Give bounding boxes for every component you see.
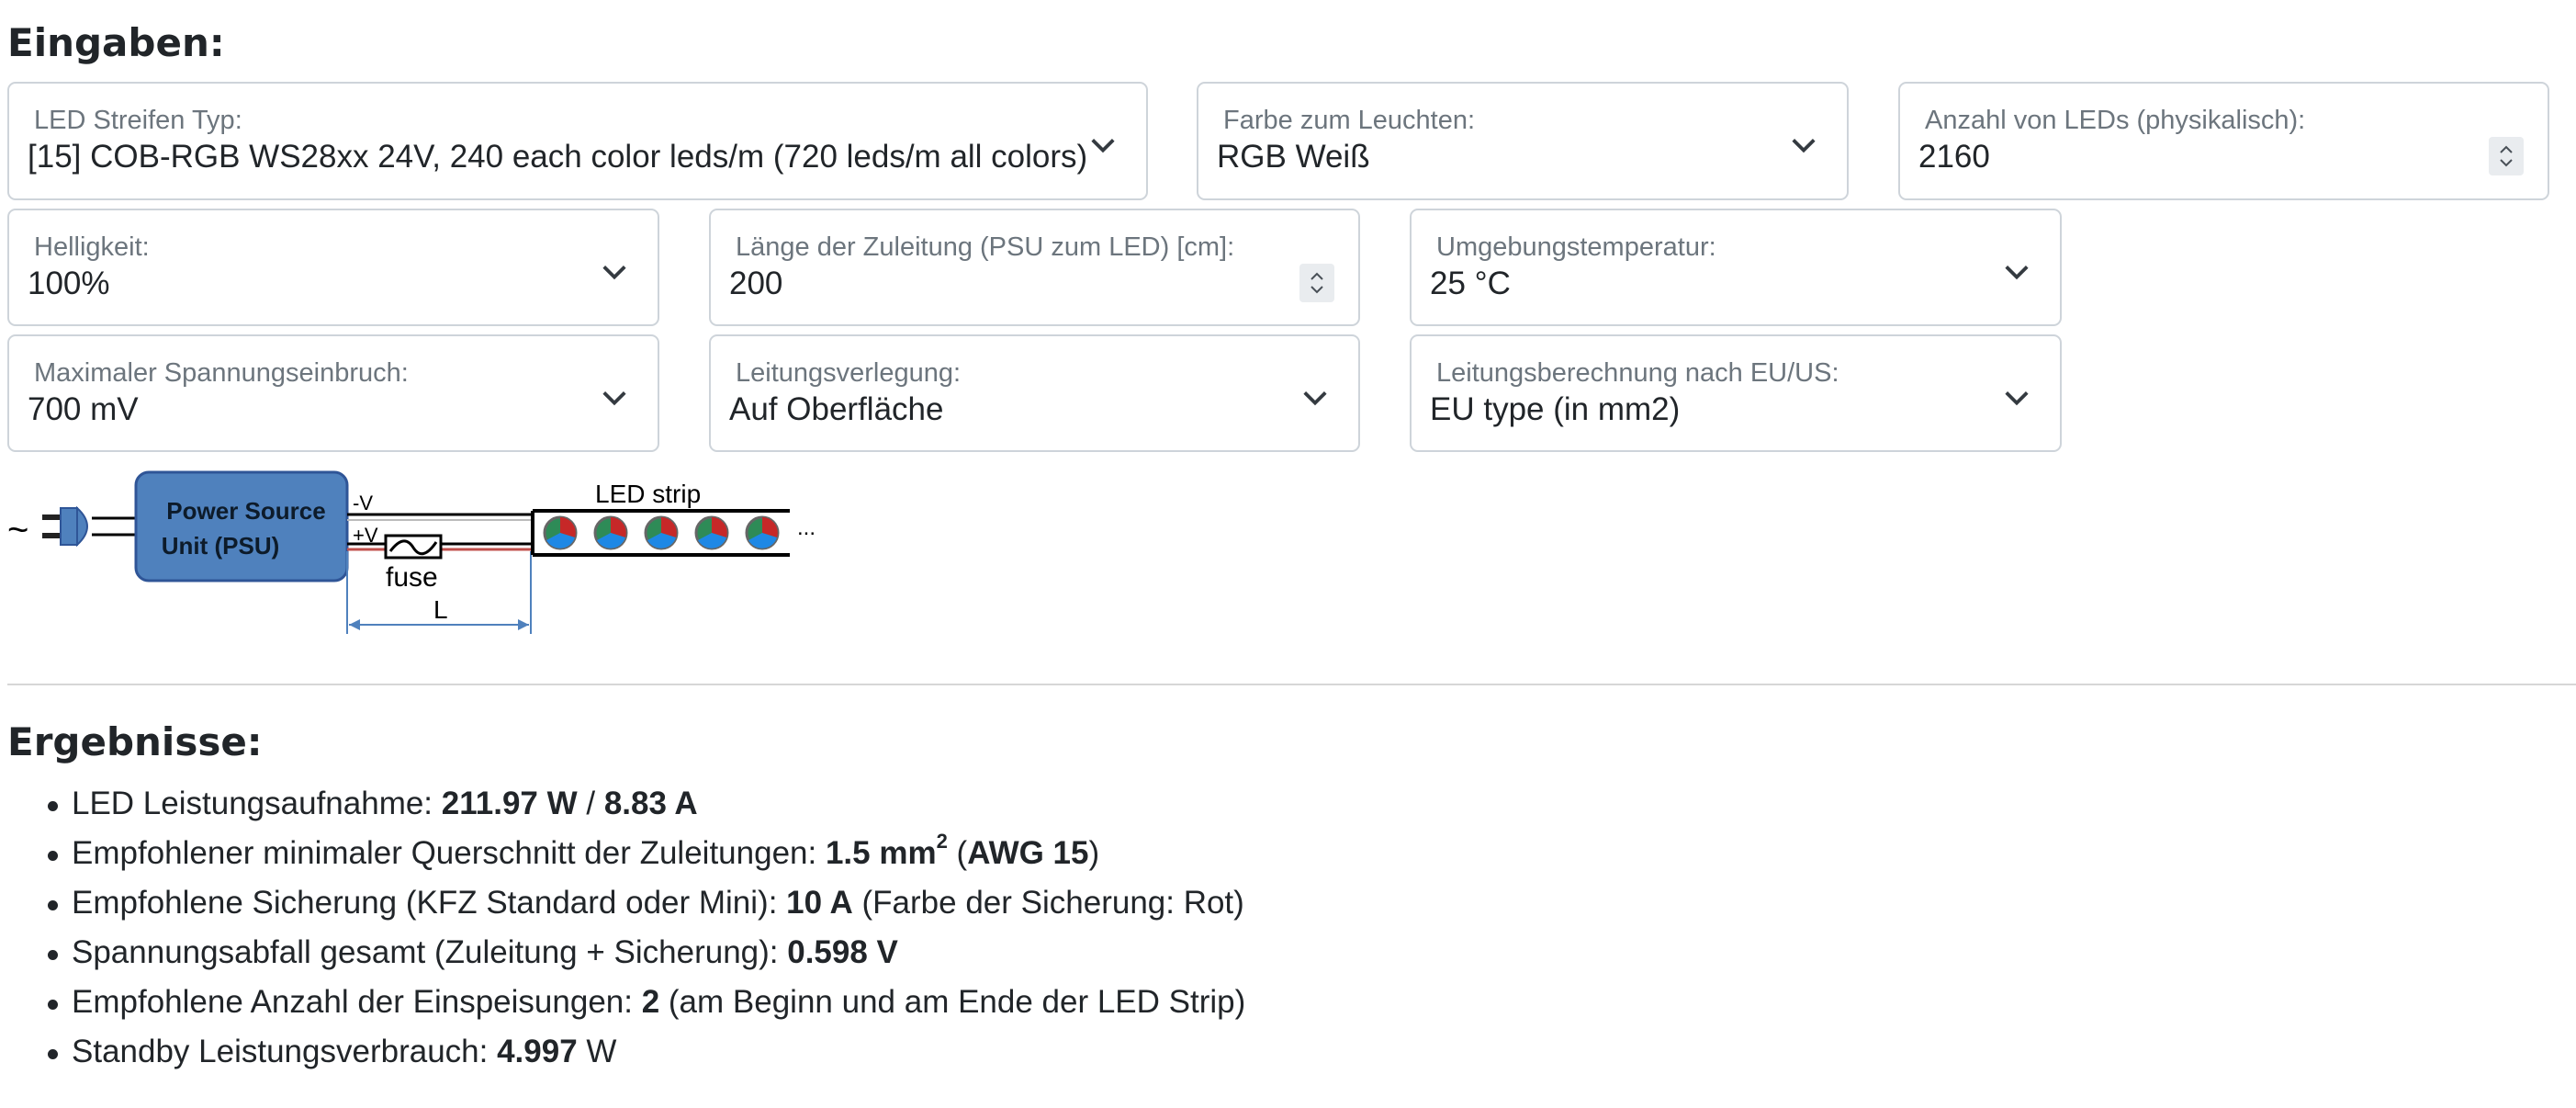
- strip-type-label: LED Streifen Typ:: [34, 106, 242, 135]
- standard-label: Leitungsberechnung nach EU/US:: [1436, 358, 1839, 388]
- chevron-down-icon: [602, 391, 626, 406]
- standby-value: 4.997: [497, 1034, 578, 1069]
- color-value: RGB Weiß: [1217, 139, 1370, 175]
- strip-type-select[interactable]: LED Streifen Typ: [15] COB-RGB WS28xx 24…: [7, 82, 1148, 200]
- power-watts: 211.97 W: [441, 786, 578, 821]
- chevron-down-icon: [2005, 391, 2029, 406]
- fuse-icon: [384, 534, 443, 560]
- brightness-label: Helligkeit:: [34, 232, 150, 262]
- strip-type-value: [15] COB-RGB WS28xx 24V, 240 each color …: [28, 139, 1088, 175]
- power-amps: 8.83 A: [603, 786, 698, 821]
- led-strip: [531, 509, 790, 557]
- ambient-temp-label: Umgebungstemperatur:: [1436, 232, 1716, 262]
- led-icon: [745, 515, 780, 550]
- routing-select[interactable]: Leitungsverlegung: Auf Oberfläche: [709, 334, 1360, 452]
- feeds-value: 2: [641, 984, 660, 1020]
- led-icon: [644, 515, 679, 550]
- max-drop-label: Maximaler Spannungseinbruch:: [34, 358, 409, 388]
- plug-icon: [42, 505, 88, 548]
- led-icon: [694, 515, 729, 550]
- spinner-arrows-icon: [2500, 145, 2513, 167]
- led-count-value: 2160: [1918, 139, 1990, 175]
- routing-value: Auf Oberfläche: [729, 391, 944, 427]
- led-count-label: Anzahl von LEDs (physikalisch):: [1925, 106, 2306, 135]
- cross-section-value: 1.5 mm2: [825, 830, 948, 871]
- section-divider: [7, 684, 2576, 685]
- psu-label-line2: Unit (PSU): [162, 532, 280, 560]
- results-heading: Ergebnisse:: [7, 719, 263, 764]
- fuse-value: 10 A: [786, 885, 853, 921]
- psu-box: Power Source Unit (PSU): [134, 470, 349, 582]
- lead-length-label: Länge der Zuleitung (PSU zum LED) [cm]:: [736, 232, 1235, 262]
- result-voltage-drop: Spannungsabfall gesamt (Zuleitung + Sich…: [0, 928, 1245, 978]
- max-drop-value: 700 mV: [28, 391, 139, 427]
- awg-value: AWG 15: [967, 835, 1089, 871]
- chevron-down-icon: [602, 266, 626, 280]
- neg-terminal-label: -V: [353, 492, 373, 514]
- number-spinner[interactable]: [2489, 137, 2524, 175]
- result-power: LED Leistungsaufnahme: 211.97 W / 8.83 A: [0, 779, 1245, 829]
- ambient-temp-select[interactable]: Umgebungstemperatur: 25 °C: [1410, 209, 2062, 326]
- voltage-drop-value: 0.598 V: [787, 934, 898, 970]
- strip-continues: ...: [797, 515, 816, 540]
- brightness-select[interactable]: Helligkeit: 100%: [7, 209, 659, 326]
- brightness-value: 100%: [28, 266, 110, 301]
- result-standby: Standby Leistungsverbrauch: 4.997 W: [0, 1027, 1245, 1077]
- ambient-temp-value: 25 °C: [1430, 266, 1511, 301]
- chevron-down-icon: [1303, 391, 1327, 406]
- length-label: L: [433, 595, 448, 624]
- color-select[interactable]: Farbe zum Leuchten: RGB Weiß: [1197, 82, 1849, 200]
- chevron-down-icon: [2005, 266, 2029, 280]
- fuse-label: fuse: [386, 562, 438, 593]
- routing-label: Leitungsverlegung:: [736, 358, 962, 388]
- standard-value: EU type (in mm2): [1430, 391, 1681, 427]
- strip-label: LED strip: [595, 480, 701, 508]
- led-icon: [543, 515, 578, 550]
- lead-length-value: 200: [729, 266, 783, 301]
- cable: [92, 516, 138, 537]
- lead-length-input[interactable]: Länge der Zuleitung (PSU zum LED) [cm]: …: [709, 209, 1360, 326]
- spinner-arrows-icon: [1310, 272, 1323, 294]
- led-count-input[interactable]: Anzahl von LEDs (physikalisch): 2160: [1898, 82, 2549, 200]
- number-spinner[interactable]: [1299, 264, 1334, 302]
- result-cross-section: Empfohlener minimaler Querschnitt der Zu…: [0, 829, 1245, 878]
- inputs-heading: Eingaben:: [7, 20, 225, 65]
- psu-label-line1: Power Source: [166, 497, 325, 525]
- max-drop-select[interactable]: Maximaler Spannungseinbruch: 700 mV: [7, 334, 659, 452]
- color-label: Farbe zum Leuchten:: [1223, 106, 1476, 135]
- standard-select[interactable]: Leitungsberechnung nach EU/US: EU type (…: [1410, 334, 2062, 452]
- result-fuse: Empfohlene Sicherung (KFZ Standard oder …: [0, 878, 1245, 928]
- ac-symbol: ~: [7, 510, 28, 550]
- results-list: LED Leistungsaufnahme: 211.97 W / 8.83 A…: [0, 779, 1245, 1077]
- chevron-down-icon: [1792, 139, 1816, 153]
- result-feeds: Empfohlene Anzahl der Einspeisungen: 2 (…: [0, 978, 1245, 1027]
- chevron-down-icon: [1091, 139, 1115, 153]
- led-icon: [593, 515, 628, 550]
- wiring-diagram: ~ Power Source Unit (PSU) -V +V fuse L L…: [7, 470, 816, 634]
